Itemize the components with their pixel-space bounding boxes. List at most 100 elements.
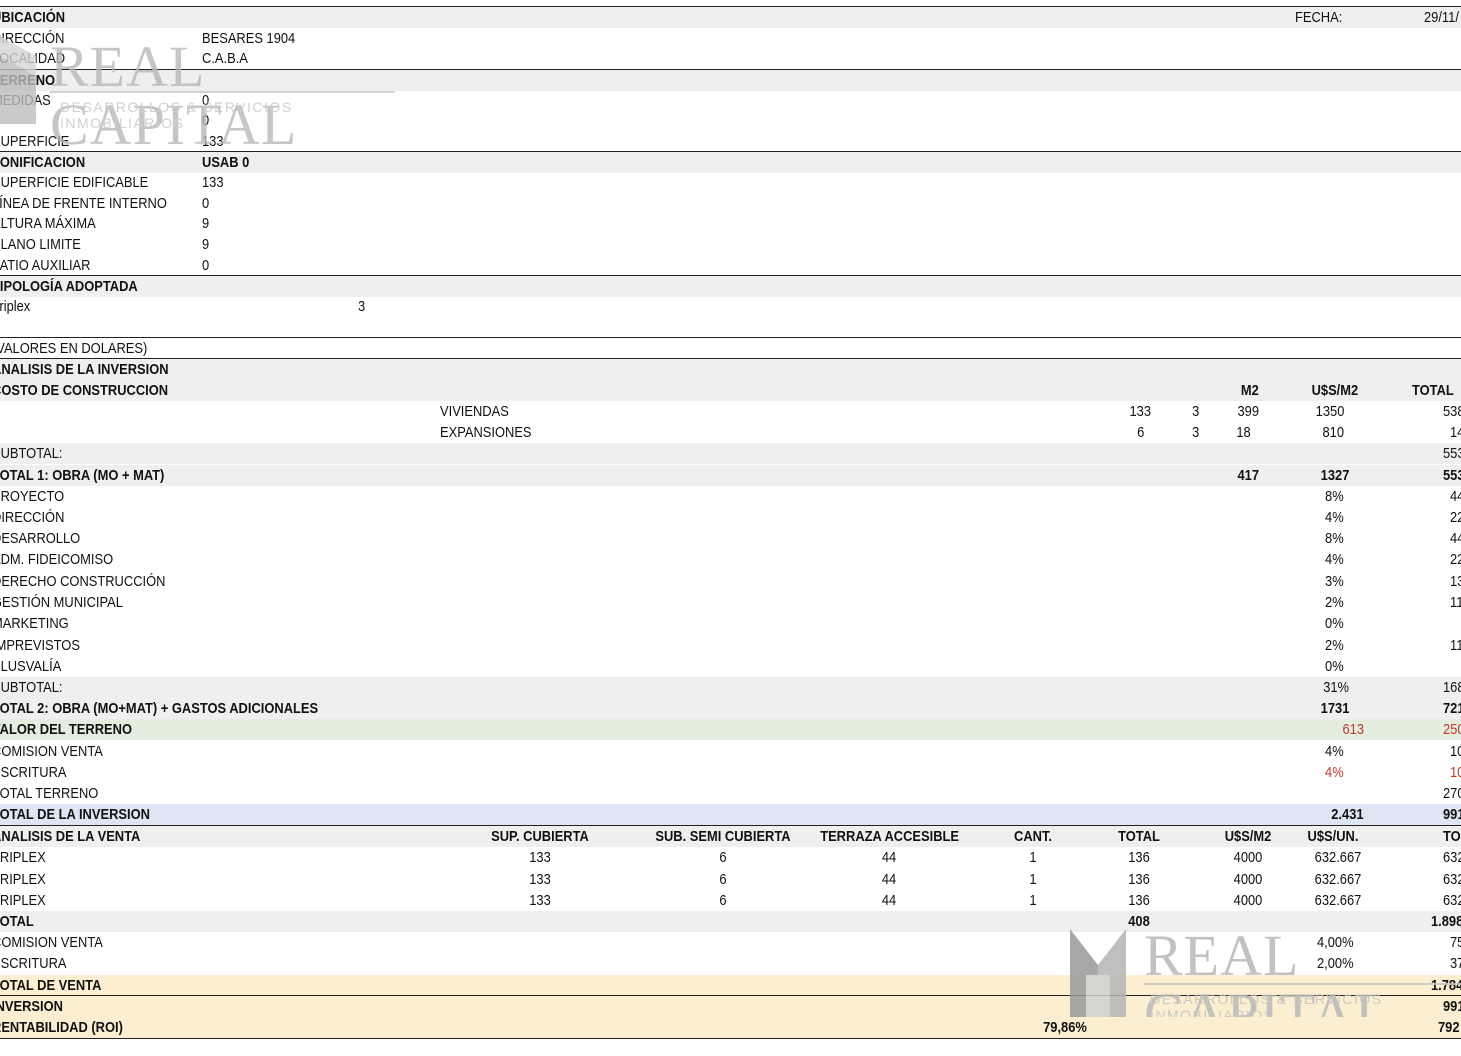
gasto-total: 44 bbox=[1450, 530, 1461, 547]
total-inversion-usd: 2.431 bbox=[1331, 806, 1364, 823]
divider bbox=[0, 1038, 1461, 1039]
row-venta-comision: COMISION VENTA 4,00% 75 bbox=[0, 932, 1461, 953]
escritura-total: 10 bbox=[1450, 764, 1461, 781]
gasto-pct: 4% bbox=[1325, 509, 1344, 526]
total-terreno-label: TOTAL TERRENO bbox=[0, 785, 99, 802]
row-comision: COMISION VENTA 4% 10 bbox=[0, 741, 1461, 762]
zonificacion-item-label: SUPERFICIE EDIFICABLE bbox=[0, 174, 149, 191]
costo-item-usd: 810 bbox=[1322, 424, 1344, 441]
subtotal-2-label: SUBTOTAL: bbox=[0, 679, 63, 696]
costo-item-m2: 399 bbox=[1237, 403, 1259, 420]
zonificacion-title: ZONIFICACION bbox=[0, 154, 86, 171]
total-venta-value: 1.784 bbox=[1431, 977, 1461, 994]
venta-escritura-value: 37 bbox=[1450, 955, 1461, 972]
zonificacion-item-label: LÍNEA DE FRENTE INTERNO bbox=[0, 195, 167, 212]
row-venta-item: TRIPLEX 133 6 44 1 136 4000 632.667 632 bbox=[0, 847, 1461, 868]
valor-terreno-total: 250 bbox=[1443, 721, 1461, 738]
gasto-label: MARKETING bbox=[0, 615, 69, 632]
row-gasto: ADM. FIDEICOMISO 4% 22 bbox=[0, 549, 1461, 570]
total-inversion-label: TOTAL DE LA INVERSION bbox=[0, 806, 150, 823]
total-1-usd: 1327 bbox=[1320, 467, 1349, 484]
venta-item-usd-m2: 4000 bbox=[1233, 849, 1263, 866]
tipologia-label: Triplex bbox=[0, 298, 31, 315]
venta-item-to: 632 bbox=[1443, 871, 1461, 888]
zonificacion-item-label: PATIO AUXILIAR bbox=[0, 257, 91, 274]
col-to: TO bbox=[1443, 828, 1461, 845]
venta-item-usd-un: 632.667 bbox=[1314, 871, 1362, 888]
venta-item-usd-un: 632.667 bbox=[1314, 849, 1362, 866]
gasto-pct: 0% bbox=[1325, 658, 1344, 675]
venta-item-cub: 133 bbox=[529, 849, 551, 866]
venta-total-value: 1.898 bbox=[1431, 913, 1461, 930]
row-escritura: ESCRITURA 4% 10 bbox=[0, 762, 1461, 783]
total-inversion-total: 991 bbox=[1443, 806, 1461, 823]
total-terreno-total: 270 bbox=[1443, 785, 1461, 802]
venta-total-m2: 408 bbox=[1128, 913, 1150, 930]
costo-item-b: 3 bbox=[1191, 403, 1199, 420]
roi-label: RENTABILIDAD (ROI) bbox=[0, 1019, 123, 1036]
gasto-total: 13 bbox=[1450, 573, 1461, 590]
col-cant: CANT. bbox=[1013, 828, 1052, 845]
row-venta-escritura: ESCRITURA 2,00% 37 bbox=[0, 953, 1461, 974]
gasto-total: 22 bbox=[1450, 509, 1461, 526]
row-ubicacion: UBICACIÓN FECHA: 29/11/ bbox=[0, 7, 1461, 28]
zonificacion-item-value: 0 bbox=[202, 195, 210, 212]
row-venta-total: TOTAL 408 1.898 bbox=[0, 911, 1461, 932]
venta-item-semi: 6 bbox=[719, 871, 727, 888]
medidas-value-2: 0 bbox=[202, 112, 210, 129]
superficie-label: SUPERFICIE bbox=[0, 133, 70, 150]
venta-comision-label: COMISION VENTA bbox=[0, 934, 103, 951]
total-1-label: TOTAL 1: OBRA (MO + MAT) bbox=[0, 467, 165, 484]
row-costo-header: COSTO DE CONSTRUCCION M2 U$S/M2 TOTAL bbox=[0, 380, 1461, 401]
venta-item-cub: 133 bbox=[529, 871, 551, 888]
costo-item-total: 538 bbox=[1443, 403, 1461, 420]
row-gasto: GESTIÓN MUNICIPAL 2% 11 bbox=[0, 592, 1461, 613]
col-m2: M2 bbox=[1241, 382, 1259, 399]
tipologia-title: TIPOLOGÍA ADOPTADA bbox=[0, 278, 138, 295]
costo-item-b: 3 bbox=[1191, 424, 1199, 441]
total-venta-label: TOTAL DE VENTA bbox=[0, 977, 102, 994]
row-venta-item: TRIPLEX 133 6 44 1 136 4000 632.667 632 bbox=[0, 869, 1461, 890]
subtotal-2-pct: 31% bbox=[1323, 679, 1349, 696]
direccion-label: DIRECCIÓN bbox=[0, 30, 65, 47]
row-analisis-inversion: ANALISIS DE LA INVERSION bbox=[0, 359, 1461, 380]
row-venta-item: TRIPLEX 133 6 44 1 136 4000 632.667 632 bbox=[0, 890, 1461, 911]
terreno-title: TERRENO bbox=[0, 72, 56, 89]
subtotal-1-label: SUBTOTAL: bbox=[0, 445, 63, 462]
localidad-label: LOCALIDAD bbox=[0, 50, 66, 67]
row-gasto: PLUSVALÍA 0% bbox=[0, 656, 1461, 677]
subtotal-2-total: 168 bbox=[1443, 679, 1461, 696]
gasto-pct: 3% bbox=[1325, 573, 1344, 590]
gasto-label: DESARROLLO bbox=[0, 530, 81, 547]
costo-item-a: 6 bbox=[1136, 424, 1144, 441]
total-2-usd: 1731 bbox=[1320, 700, 1349, 717]
gasto-label: ADM. FIDEICOMISO bbox=[0, 551, 114, 568]
gasto-total: 44 bbox=[1450, 488, 1461, 505]
col-total: TOTAL bbox=[1412, 382, 1454, 399]
venta-item-cant: 1 bbox=[1029, 892, 1037, 909]
ubicacion-label: UBICACIÓN bbox=[0, 9, 66, 26]
col-terraza: TERRAZA ACCESIBLE bbox=[820, 828, 959, 845]
localidad-value: C.A.B.A bbox=[202, 50, 248, 67]
row-zonificacion-item: SUPERFICIE EDIFICABLE 133 bbox=[0, 172, 1461, 193]
row-valor-terreno: VALOR DEL TERRENO 613 250 bbox=[0, 719, 1461, 740]
row-zonificacion-item: PLANO LIMITE 9 bbox=[0, 234, 1461, 255]
venta-comision-value: 75 bbox=[1450, 934, 1461, 951]
total-2-total: 721 bbox=[1443, 700, 1461, 717]
gasto-label: PLUSVALÍA bbox=[0, 658, 62, 675]
venta-item-name: TRIPLEX bbox=[0, 871, 46, 888]
total-1-total: 553 bbox=[1443, 467, 1461, 484]
venta-item-cub: 133 bbox=[529, 892, 551, 909]
costo-item-name: VIVIENDAS bbox=[440, 403, 509, 420]
venta-item-total: 136 bbox=[1128, 892, 1150, 909]
venta-item-cant: 1 bbox=[1029, 849, 1037, 866]
row-gasto: IMPREVISTOS 2% 11 bbox=[0, 635, 1461, 656]
inversion-value: 991 bbox=[1443, 998, 1461, 1015]
subtotal-1-total: 553 bbox=[1443, 445, 1461, 462]
inversion-label: INVERSION bbox=[0, 998, 63, 1015]
venta-item-to: 632 bbox=[1443, 892, 1461, 909]
row-zonificacion: ZONIFICACION USAB 0 bbox=[0, 152, 1461, 173]
zonificacion-item-value: 9 bbox=[202, 236, 210, 253]
venta-item-usd-m2: 4000 bbox=[1233, 871, 1263, 888]
tipologia-value: 3 bbox=[358, 298, 366, 315]
